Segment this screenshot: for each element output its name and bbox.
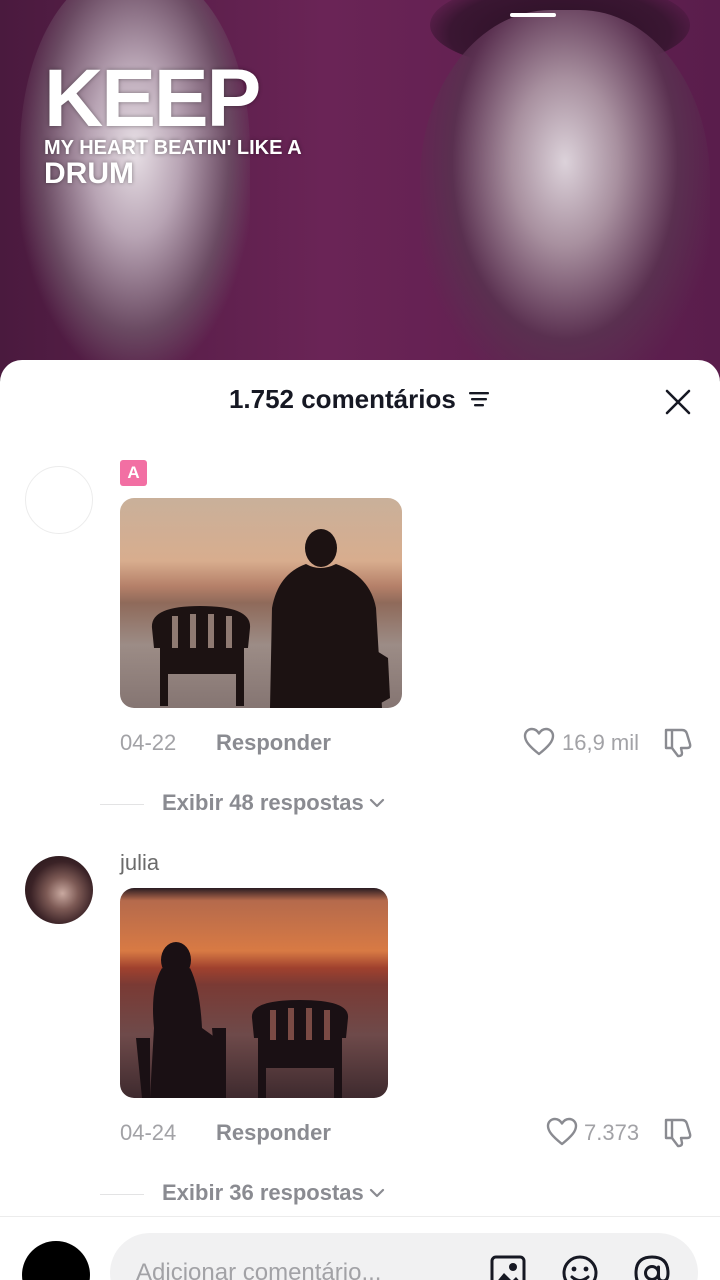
lyric-line-heart: MY HEART BEATIN' LIKE A — [44, 137, 302, 159]
heart-icon[interactable] — [546, 1117, 578, 1147]
reply-button[interactable]: Responder — [216, 730, 331, 756]
replies-divider — [100, 1193, 144, 1195]
video-player[interactable]: KEEP MY HEART BEATIN' LIKE A DRUM — [0, 0, 720, 380]
like-count: 7.373 — [584, 1120, 640, 1145]
comment-date: 04-22 — [120, 730, 177, 755]
dislike-icon[interactable] — [662, 726, 694, 758]
mention-icon[interactable] — [632, 1253, 672, 1280]
lyric-line-drum: DRUM — [44, 157, 134, 190]
chevron-down-icon — [369, 798, 384, 807]
view-replies-button[interactable]: Exibir 48 respostas — [100, 790, 386, 816]
avatar[interactable] — [25, 856, 93, 924]
comment-date: 04-24 — [120, 1120, 177, 1145]
my-avatar[interactable] — [22, 1241, 90, 1280]
reply-button[interactable]: Responder — [216, 1120, 331, 1146]
comment-image[interactable] — [120, 888, 388, 1098]
image-icon[interactable] — [488, 1253, 528, 1280]
username[interactable]: julia — [120, 850, 159, 876]
view-replies-label: Exibir 36 respostas — [162, 1180, 364, 1205]
comment-item: julia 04-24 Responder 7.373 Exibir 36 re… — [0, 840, 720, 1240]
replies-divider — [100, 803, 144, 805]
comment-item: A 04-22 Responder 16,9 mil Exibir 48 res… — [0, 360, 720, 820]
comment-input-bar — [0, 1216, 720, 1280]
video-face-right — [420, 10, 710, 380]
like-count: 16,9 mil — [562, 730, 640, 755]
heart-icon[interactable] — [523, 727, 555, 757]
top-handle — [510, 13, 556, 17]
comment-input[interactable] — [110, 1233, 698, 1280]
view-replies-label: Exibir 48 respostas — [162, 790, 364, 815]
comment-image[interactable] — [120, 498, 402, 708]
chevron-down-icon — [369, 1188, 384, 1197]
lyric-line-keep: KEEP — [44, 53, 261, 144]
dislike-icon[interactable] — [662, 1116, 694, 1148]
view-replies-button[interactable]: Exibir 36 respostas — [100, 1180, 386, 1206]
comments-sheet: 1.752 comentários A 04-22 Responder 16,9… — [0, 360, 720, 1280]
emoji-icon[interactable] — [560, 1253, 600, 1280]
avatar[interactable] — [25, 466, 93, 534]
user-badge[interactable]: A — [120, 460, 147, 486]
